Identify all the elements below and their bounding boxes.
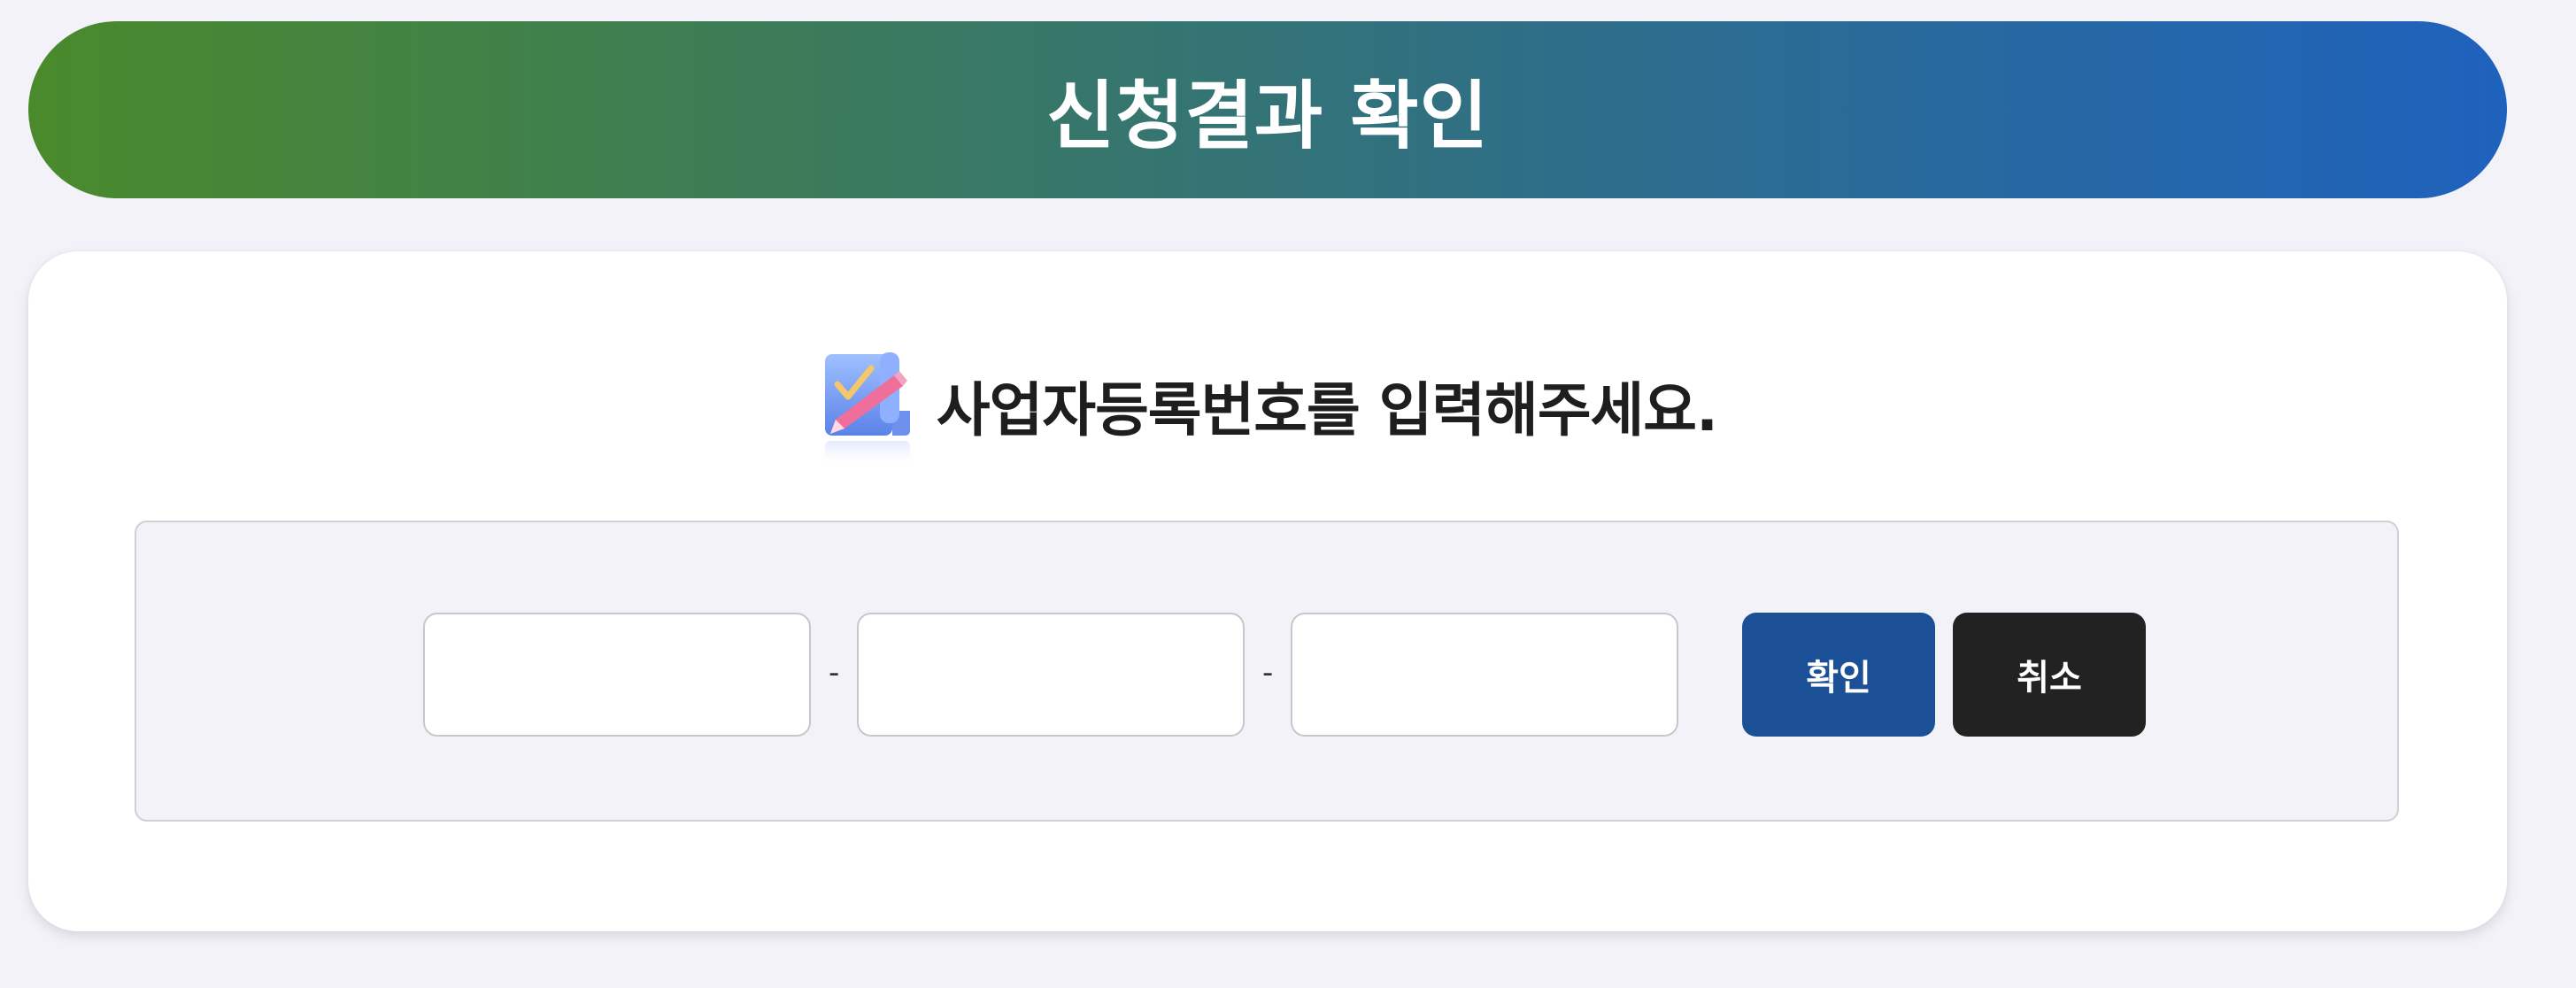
- separator-2: -: [1262, 655, 1274, 691]
- business-number-form: - - 확인 취소: [135, 521, 2399, 822]
- business-number-field-3[interactable]: [1291, 613, 1678, 737]
- page-title: 신청결과 확인: [1046, 72, 1489, 159]
- prompt-row: 사업자등록번호를 입력해주세요.: [28, 349, 2507, 473]
- content-card: 사업자등록번호를 입력해주세요. - - 확인 취소: [28, 251, 2507, 931]
- business-number-field-1[interactable]: [423, 613, 811, 737]
- prompt-text: 사업자등록번호를 입력해주세요.: [936, 376, 1718, 444]
- business-number-field-2[interactable]: [857, 613, 1245, 737]
- header-banner: 신청결과 확인: [28, 21, 2507, 198]
- checklist-pencil-icon: [818, 349, 924, 473]
- separator-1: -: [829, 655, 840, 691]
- confirm-button[interactable]: 확인: [1742, 613, 1935, 737]
- cancel-button[interactable]: 취소: [1953, 613, 2146, 737]
